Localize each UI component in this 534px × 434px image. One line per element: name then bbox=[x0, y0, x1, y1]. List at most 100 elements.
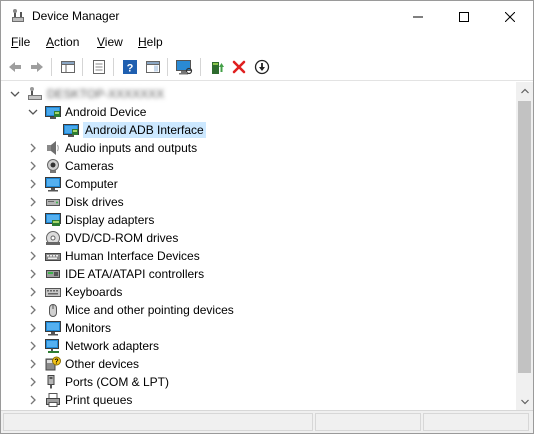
tree-category-ports[interactable]: Ports (COM & LPT) bbox=[1, 373, 516, 391]
status-pane bbox=[423, 413, 529, 431]
scrollbar-thumb[interactable] bbox=[518, 101, 531, 373]
category-label: Monitors bbox=[65, 321, 112, 335]
collapse-chevron-icon[interactable] bbox=[27, 106, 39, 118]
show-hide-console-tree-icon bbox=[61, 61, 75, 73]
computer-root-icon bbox=[27, 86, 43, 102]
device-manager-window: Device Manager File Action View Help ? D… bbox=[0, 0, 534, 434]
minimize-icon bbox=[413, 16, 423, 17]
category-label: Human Interface Devices bbox=[65, 249, 200, 263]
expand-chevron-icon[interactable] bbox=[27, 214, 39, 226]
tree-category-network[interactable]: Network adapters bbox=[1, 337, 516, 355]
tree-category-ide[interactable]: IDE ATA/ATAPI controllers bbox=[1, 265, 516, 283]
tree-category-android-device[interactable]: Android Device bbox=[1, 103, 516, 121]
tree-category-other-devices[interactable]: ? Other devices bbox=[1, 355, 516, 373]
scan-hardware-changes-button[interactable] bbox=[174, 57, 194, 77]
expand-chevron-icon[interactable] bbox=[27, 178, 39, 190]
toolbar-separator bbox=[51, 58, 52, 76]
expand-chevron-icon[interactable] bbox=[27, 322, 39, 334]
menu-file[interactable]: File bbox=[11, 35, 30, 49]
expand-chevron-icon[interactable] bbox=[27, 160, 39, 172]
tree-category-hid[interactable]: Human Interface Devices bbox=[1, 247, 516, 265]
minimize-button[interactable] bbox=[395, 1, 441, 32]
toolbar-separator bbox=[113, 58, 114, 76]
speaker-icon bbox=[45, 140, 61, 156]
tree-category-computer[interactable]: Computer bbox=[1, 175, 516, 193]
status-pane bbox=[3, 413, 313, 431]
action-pane-button[interactable] bbox=[143, 57, 163, 77]
expand-chevron-icon[interactable] bbox=[27, 340, 39, 352]
hid-icon bbox=[45, 248, 61, 264]
tree-category-mice[interactable]: Mice and other pointing devices bbox=[1, 301, 516, 319]
category-label: DVD/CD-ROM drives bbox=[65, 231, 179, 245]
menu-action[interactable]: Action bbox=[46, 35, 79, 49]
dvd-drive-icon bbox=[45, 230, 61, 246]
scan-hardware-changes-icon bbox=[176, 60, 193, 75]
android-device-icon bbox=[45, 104, 61, 120]
help-button[interactable]: ? bbox=[120, 57, 140, 77]
back-button[interactable] bbox=[5, 57, 25, 77]
update-driver-button[interactable] bbox=[207, 57, 227, 77]
category-label: Ports (COM & LPT) bbox=[65, 375, 170, 389]
tree-category-dvd-cdrom[interactable]: DVD/CD-ROM drives bbox=[1, 229, 516, 247]
tree-root-node[interactable]: DESKTOP-XXXXXXX bbox=[1, 85, 516, 103]
svg-text:?: ? bbox=[127, 63, 134, 75]
tree-category-disk-drives[interactable]: Disk drives bbox=[1, 193, 516, 211]
title-bar[interactable]: Device Manager bbox=[1, 1, 533, 32]
tree-device-android-adb-interface[interactable]: Android ADB Interface bbox=[1, 121, 516, 139]
menu-help[interactable]: Help bbox=[138, 35, 163, 49]
toolbar-separator bbox=[82, 58, 83, 76]
disable-device-button[interactable] bbox=[252, 57, 272, 77]
category-label: Network adapters bbox=[65, 339, 160, 353]
forward-button[interactable] bbox=[27, 57, 47, 77]
display-adapter-icon bbox=[45, 212, 61, 228]
tree-category-print-queues[interactable]: Print queues bbox=[1, 391, 516, 409]
uninstall-device-button[interactable] bbox=[229, 57, 249, 77]
expand-chevron-icon[interactable] bbox=[27, 286, 39, 298]
category-label: Display adapters bbox=[65, 213, 155, 227]
keyboard-icon bbox=[45, 284, 61, 300]
category-label: Other devices bbox=[65, 357, 140, 371]
category-label: Mice and other pointing devices bbox=[65, 303, 234, 317]
tree-category-cameras[interactable]: Cameras bbox=[1, 157, 516, 175]
scroll-down-button[interactable] bbox=[516, 393, 533, 410]
tree-category-display-adapters[interactable]: Display adapters bbox=[1, 211, 516, 229]
close-button[interactable] bbox=[487, 1, 533, 32]
tree-category-audio[interactable]: Audio inputs and outputs bbox=[1, 139, 516, 157]
svg-text:?: ? bbox=[54, 359, 58, 366]
maximize-icon bbox=[459, 11, 469, 22]
tree-category-keyboards[interactable]: Keyboards bbox=[1, 283, 516, 301]
expand-chevron-icon[interactable] bbox=[27, 196, 39, 208]
expand-chevron-icon[interactable] bbox=[27, 142, 39, 154]
status-pane bbox=[315, 413, 421, 431]
properties-button[interactable] bbox=[89, 57, 109, 77]
disk-drive-icon bbox=[45, 194, 61, 210]
category-label: IDE ATA/ATAPI controllers bbox=[65, 267, 205, 281]
expand-chevron-icon[interactable] bbox=[27, 250, 39, 262]
forward-arrow-icon bbox=[31, 62, 43, 72]
category-label: Print queues bbox=[65, 393, 133, 407]
vertical-scrollbar[interactable] bbox=[516, 82, 533, 410]
expand-chevron-icon[interactable] bbox=[27, 268, 39, 280]
uninstall-device-icon bbox=[232, 60, 246, 74]
expand-chevron-icon[interactable] bbox=[27, 232, 39, 244]
network-adapter-icon bbox=[45, 338, 61, 354]
expand-chevron-icon[interactable] bbox=[27, 304, 39, 316]
chevron-up-icon bbox=[520, 88, 529, 93]
category-label: Disk drives bbox=[65, 195, 124, 209]
device-manager-app-icon bbox=[10, 8, 26, 24]
menu-view[interactable]: View bbox=[97, 35, 123, 49]
device-tree[interactable]: DESKTOP-XXXXXXX Android Device Android A… bbox=[1, 82, 516, 410]
category-label: Keyboards bbox=[65, 285, 123, 299]
properties-icon bbox=[93, 60, 105, 74]
show-hide-console-tree-button[interactable] bbox=[58, 57, 78, 77]
collapse-chevron-icon[interactable] bbox=[9, 88, 21, 100]
expand-chevron-icon[interactable] bbox=[27, 394, 39, 406]
expand-chevron-icon[interactable] bbox=[27, 376, 39, 388]
scroll-up-button[interactable] bbox=[516, 82, 533, 99]
tree-category-monitors[interactable]: Monitors bbox=[1, 319, 516, 337]
status-bar bbox=[1, 410, 533, 433]
expand-chevron-icon[interactable] bbox=[27, 358, 39, 370]
maximize-button[interactable] bbox=[441, 1, 487, 32]
ports-icon bbox=[45, 374, 61, 390]
category-label: Audio inputs and outputs bbox=[65, 141, 198, 155]
